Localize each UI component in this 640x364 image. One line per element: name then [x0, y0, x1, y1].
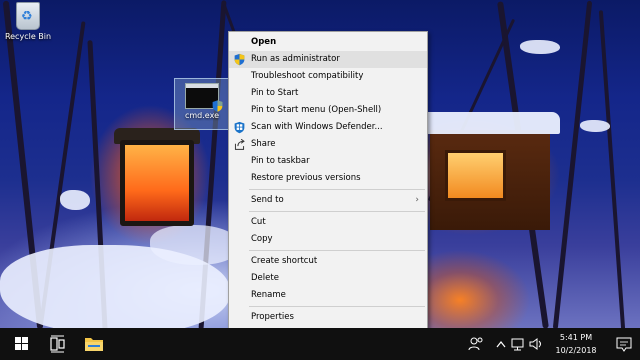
menu-separator [249, 211, 425, 212]
action-center-button[interactable] [614, 328, 634, 360]
windows-logo-icon [15, 337, 28, 350]
menu-item-label: Open [251, 37, 277, 47]
menu-item-label: Pin to taskbar [251, 156, 310, 166]
recycle-bin-icon [16, 2, 40, 30]
chevron-up-icon [496, 341, 506, 348]
menu-item-label: Troubleshoot compatibility [251, 71, 364, 81]
menu-item-scan-with-windows-defender[interactable]: Scan with Windows Defender... [229, 119, 427, 136]
menu-item-share[interactable]: Share [229, 136, 427, 153]
menu-item-label: Pin to Start [251, 88, 299, 98]
menu-item-rename[interactable]: Rename [229, 287, 427, 304]
menu-item-label: Properties [251, 312, 294, 322]
recycle-bin-shortcut[interactable]: Recycle Bin [2, 2, 54, 41]
network-button[interactable] [510, 328, 526, 360]
menu-item-label: Share [251, 139, 276, 149]
clock-button[interactable]: 5:41 PM 10/2/2018 [540, 331, 612, 357]
menu-item-pin-to-start[interactable]: Pin to Start [229, 85, 427, 102]
menu-item-restore-previous-versions[interactable]: Restore previous versions [229, 170, 427, 187]
clock-time: 5:41 PM [559, 333, 593, 342]
menu-item-label: Delete [251, 273, 279, 283]
menu-item-troubleshoot-compatibility[interactable]: Troubleshoot compatibility [229, 68, 427, 85]
task-view-button[interactable] [40, 328, 76, 360]
menu-item-label: Restore previous versions [251, 173, 361, 183]
menu-item-label: Create shortcut [251, 256, 318, 266]
cmd-exe-shortcut[interactable]: cmd.exe [174, 78, 230, 130]
menu-item-label: Run as administrator [251, 54, 340, 64]
folder-icon [85, 338, 103, 351]
windows-defender-icon [234, 121, 245, 134]
menu-item-copy[interactable]: Copy [229, 231, 427, 248]
uac-shield-icon [234, 53, 245, 66]
recycle-bin-label: Recycle Bin [4, 32, 52, 41]
menu-item-label: Copy [251, 234, 273, 244]
menu-separator [249, 250, 425, 251]
task-view-icon [50, 335, 65, 353]
menu-separator [249, 189, 425, 190]
menu-item-label: Pin to Start menu (Open-Shell) [251, 105, 382, 115]
people-icon [468, 337, 483, 351]
clock-date: 10/2/2018 [555, 346, 597, 355]
command-prompt-icon [185, 83, 223, 112]
people-button[interactable] [466, 328, 486, 360]
share-icon [234, 138, 245, 150]
network-icon [511, 338, 524, 351]
menu-item-delete[interactable]: Delete [229, 270, 427, 287]
menu-item-cut[interactable]: Cut [229, 214, 427, 231]
menu-item-label: Send to [251, 195, 284, 205]
taskbar: 5:41 PM 10/2/2018 [0, 328, 640, 360]
menu-item-pin-to-start-menu-open-shell[interactable]: Pin to Start menu (Open-Shell) [229, 102, 427, 119]
menu-item-label: Rename [251, 290, 286, 300]
menu-item-open[interactable]: Open [229, 34, 427, 51]
chevron-right-icon: › [415, 195, 419, 205]
menu-item-send-to[interactable]: Send to › [229, 192, 427, 209]
file-explorer-button[interactable] [76, 328, 112, 360]
menu-item-properties[interactable]: Properties [229, 309, 427, 326]
menu-separator [249, 306, 425, 307]
lantern-image [120, 140, 194, 226]
menu-item-label: Scan with Windows Defender... [251, 122, 383, 132]
menu-item-run-as-administrator[interactable]: Run as administrator [229, 51, 427, 68]
notifications-icon [616, 337, 632, 352]
show-hidden-icons-button[interactable] [494, 328, 508, 360]
menu-item-pin-to-taskbar[interactable]: Pin to taskbar [229, 153, 427, 170]
menu-item-create-shortcut[interactable]: Create shortcut [229, 253, 427, 270]
uac-shield-overlay-icon [212, 100, 223, 112]
context-menu: Open Run as administrator Troubleshoot c… [228, 31, 428, 331]
start-button[interactable] [4, 328, 40, 360]
menu-item-label: Cut [251, 217, 266, 227]
